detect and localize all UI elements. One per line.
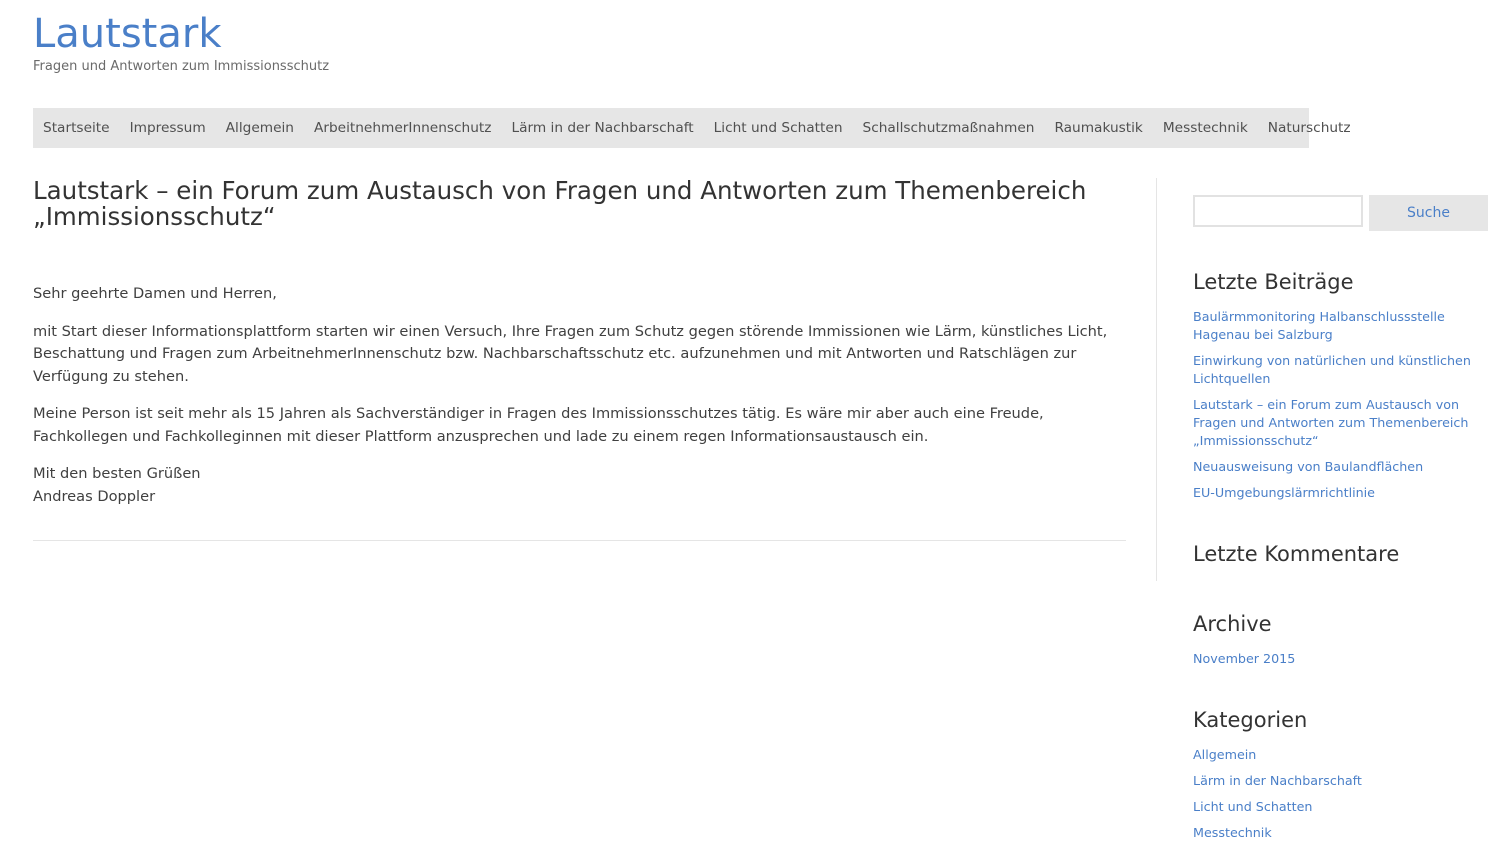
- main-navigation: Startseite Impressum Allgemein Arbeitneh…: [33, 108, 1351, 148]
- search-button[interactable]: Suche: [1369, 195, 1488, 231]
- category-link[interactable]: Licht und Schatten: [1193, 799, 1312, 814]
- list-item: Einwirkung von natürlichen und künstlich…: [1193, 352, 1473, 388]
- nav-item-laerm-in-der-nachbarschaft[interactable]: Lärm in der Nachbarschaft: [511, 120, 693, 136]
- list-item: Baulärmmonitoring Halbanschlussstelle Ha…: [1193, 308, 1473, 344]
- list-item: Lärm in der Nachbarschaft: [1193, 772, 1473, 790]
- nav-item-allgemein[interactable]: Allgemein: [226, 120, 294, 136]
- list-item: EU-Umgebungslärmrichtlinie: [1193, 484, 1473, 502]
- nav-item-impressum[interactable]: Impressum: [130, 120, 206, 136]
- list-item: Neuausweisung von Baulandflächen: [1193, 458, 1473, 476]
- post-greeting: Sehr geehrte Damen und Herren,: [33, 285, 277, 302]
- categories-title: Kategorien: [1193, 708, 1308, 732]
- recent-comments-title: Letzte Kommentare: [1193, 542, 1400, 566]
- nav-item-raumakustik[interactable]: Raumakustik: [1054, 120, 1142, 136]
- post-title: Lautstark – ein Forum zum Austausch von …: [33, 176, 1087, 231]
- post-body: Sehr geehrte Damen und Herren, mit Start…: [33, 283, 1126, 508]
- list-item: Allgemein: [1193, 746, 1473, 764]
- list-item: Messtechnik: [1193, 824, 1473, 842]
- recent-post-link[interactable]: Einwirkung von natürlichen und künstlich…: [1193, 353, 1471, 386]
- list-item: November 2015: [1193, 650, 1473, 668]
- recent-post-link[interactable]: Baulärmmonitoring Halbanschlussstelle Ha…: [1193, 309, 1445, 342]
- site-title-link[interactable]: Lautstark: [33, 10, 221, 58]
- nav-item-schallschutzmassnahmen[interactable]: Schallschutzmaßnahmen: [863, 120, 1035, 136]
- recent-post-link[interactable]: Lautstark – ein Forum zum Austausch von …: [1193, 397, 1468, 448]
- main-content: Lautstark – ein Forum zum Austausch von …: [33, 178, 1126, 541]
- recent-posts-title: Letzte Beiträge: [1193, 270, 1354, 294]
- nav-item-naturschutz[interactable]: Naturschutz: [1268, 120, 1351, 136]
- list-item: Lautstark – ein Forum zum Austausch von …: [1193, 396, 1473, 450]
- recent-post-link[interactable]: EU-Umgebungslärmrichtlinie: [1193, 485, 1375, 500]
- recent-post-link[interactable]: Neuausweisung von Baulandflächen: [1193, 459, 1423, 474]
- nav-item-messtechnik[interactable]: Messtechnik: [1163, 120, 1248, 136]
- content-divider: [33, 540, 1126, 541]
- categories-list: Allgemein Lärm in der Nachbarschaft Lich…: [1193, 746, 1473, 850]
- archive-title: Archive: [1193, 612, 1272, 636]
- category-link[interactable]: Lärm in der Nachbarschaft: [1193, 773, 1362, 788]
- category-link[interactable]: Messtechnik: [1193, 825, 1272, 840]
- post-author: Andreas Doppler: [33, 487, 156, 505]
- list-item: Licht und Schatten: [1193, 798, 1473, 816]
- nav-item-startseite[interactable]: Startseite: [43, 120, 110, 136]
- nav-item-licht-und-schatten[interactable]: Licht und Schatten: [714, 120, 843, 136]
- recent-posts-list: Baulärmmonitoring Halbanschlussstelle Ha…: [1193, 308, 1473, 510]
- post-paragraph: Meine Person ist seit mehr als 15 Jahren…: [33, 405, 1044, 445]
- post-paragraph: mit Start dieser Informationsplattform s…: [33, 322, 1108, 385]
- post-signature: Mit den besten Grüßen Andreas Doppler: [33, 463, 1126, 508]
- category-link[interactable]: Allgemein: [1193, 747, 1256, 762]
- archive-link[interactable]: November 2015: [1193, 651, 1295, 666]
- search-input[interactable]: [1193, 195, 1363, 227]
- sidebar-divider: [1156, 178, 1157, 581]
- archive-list: November 2015: [1193, 650, 1473, 676]
- post-closing: Mit den besten Grüßen: [33, 465, 201, 482]
- site-tagline: Fragen und Antworten zum Immissionsschut…: [33, 59, 330, 74]
- nav-item-arbeitnehmerinnenschutz[interactable]: ArbeitnehmerInnenschutz: [314, 120, 491, 136]
